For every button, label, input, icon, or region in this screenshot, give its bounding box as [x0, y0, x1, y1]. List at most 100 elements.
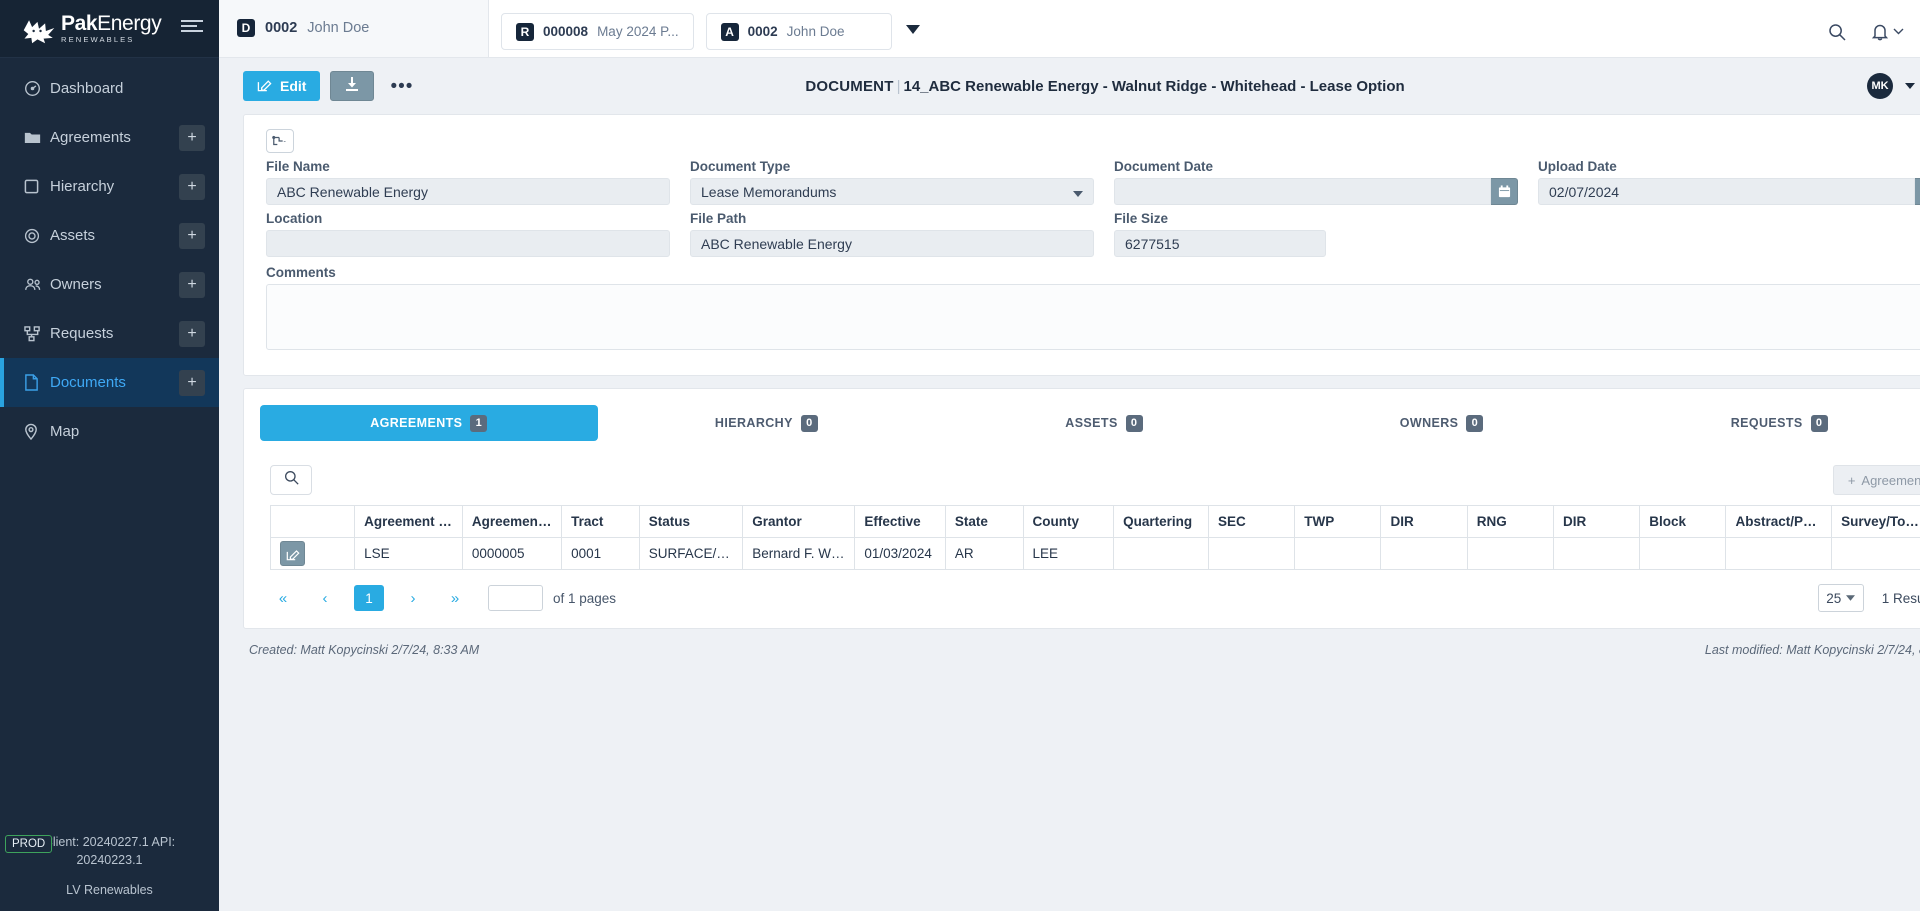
chevron-down-icon[interactable]: [905, 21, 920, 39]
more-actions-button[interactable]: •••: [390, 77, 413, 96]
column-header-select[interactable]: [269, 505, 356, 538]
gauge-icon: [24, 80, 50, 97]
goto-page-input[interactable]: [488, 585, 543, 611]
tab-requests[interactable]: REQUESTS 0: [1610, 405, 1920, 441]
sidebar-item-map[interactable]: Map: [0, 407, 219, 456]
edit-button[interactable]: Edit: [243, 71, 321, 101]
field-label: Document Date: [1114, 159, 1214, 174]
document-date-calendar-icon[interactable]: [1491, 178, 1518, 205]
field-spacer: [1538, 211, 1920, 263]
field-file-size: File Size: [1114, 211, 1518, 257]
sidebar-item-label: Assets: [50, 227, 96, 244]
tab-name: John Doe: [786, 24, 845, 39]
brand-header: PakEnergy RENEWABLES: [0, 0, 219, 58]
column-header-agreement-number[interactable]: Agreement #: [461, 505, 563, 538]
download-icon: [344, 76, 360, 97]
add-agreement-grid-button[interactable]: + Agreement: [1832, 465, 1920, 495]
column-header-tract[interactable]: Tract: [561, 505, 640, 538]
bell-icon[interactable]: [1872, 23, 1904, 41]
document-type-select[interactable]: Lease Memorandums: [690, 178, 1094, 205]
upload-date-input[interactable]: [1538, 178, 1915, 205]
user-menu-chevron-icon[interactable]: [1905, 83, 1915, 89]
column-header-state[interactable]: State: [944, 505, 1024, 538]
agreements-grid-wrapper: Agreement Cl... Agreement # Tract Status…: [244, 505, 1920, 570]
grid-search-button[interactable]: [270, 465, 312, 495]
add-agreement-button[interactable]: +: [179, 124, 205, 151]
column-header-dir-1[interactable]: DIR: [1380, 505, 1468, 538]
field-label: File Size: [1114, 211, 1169, 226]
results-count: 1 Results: [1881, 590, 1920, 606]
location-input[interactable]: [266, 230, 670, 257]
last-modified-text: Last modified: Matt Kopycinski 2/7/24, 8…: [1704, 643, 1920, 657]
download-button[interactable]: [330, 71, 375, 101]
column-header-dir-2[interactable]: DIR: [1552, 505, 1641, 538]
column-header-survey-township[interactable]: Survey/Town...: [1831, 505, 1920, 538]
cell-survey-township: [1831, 537, 1920, 570]
add-hierarchy-button[interactable]: +: [179, 173, 205, 200]
sidebar-item-assets[interactable]: Assets +: [0, 211, 219, 260]
column-header-block[interactable]: Block: [1639, 505, 1727, 538]
field-file-name: File Name: [266, 159, 670, 205]
avatar[interactable]: MK: [1867, 73, 1893, 99]
file-path-input[interactable]: [690, 230, 1094, 257]
brand-subtitle: RENEWABLES: [61, 35, 135, 45]
tab-owners[interactable]: OWNERS 0: [1273, 405, 1611, 441]
column-header-grantor[interactable]: Grantor: [742, 505, 856, 538]
tab-assets[interactable]: ASSETS 0: [935, 405, 1273, 441]
sidebar-item-label: Hierarchy: [50, 178, 115, 195]
tab-hierarchy[interactable]: HIERARCHY 0: [598, 405, 936, 441]
tab-id: 000008: [543, 24, 589, 39]
file-size-input[interactable]: [1114, 230, 1326, 257]
menu-toggle-icon[interactable]: [181, 19, 203, 38]
people-icon: [24, 277, 50, 292]
upload-date-calendar-icon[interactable]: [1915, 178, 1920, 205]
prev-page-button[interactable]: ‹: [312, 585, 338, 611]
column-header-county[interactable]: County: [1022, 505, 1115, 538]
page-number-1[interactable]: 1: [354, 585, 384, 611]
related-tabs: AGREEMENTS 1 HIERARCHY 0 ASSETS 0 OWNERS…: [244, 389, 1920, 453]
sidebar-item-owners[interactable]: Owners +: [0, 260, 219, 309]
sidebar-item-dashboard[interactable]: Dashboard: [0, 64, 219, 113]
add-request-button[interactable]: +: [179, 320, 205, 347]
column-header-status[interactable]: Status: [638, 505, 744, 538]
document-date-input[interactable]: [1114, 178, 1491, 205]
sidebar-item-label: Dashboard: [50, 80, 124, 97]
page-size-select[interactable]: 25: [1817, 584, 1864, 612]
comments-textarea[interactable]: [266, 284, 1920, 350]
sitemap-icon: [24, 325, 50, 342]
open-tab-request[interactable]: R 000008 May 2024 P...: [501, 13, 694, 50]
open-tab-agreement[interactable]: A 0002 John Doe: [705, 13, 892, 50]
sidebar-item-label: Documents: [50, 374, 126, 391]
add-document-button[interactable]: +: [179, 369, 205, 396]
sidebar-item-hierarchy[interactable]: Hierarchy +: [0, 162, 219, 211]
tab-name: John Doe: [307, 20, 370, 36]
column-header-quartering[interactable]: Quartering: [1113, 505, 1209, 538]
tab-type-badge-a: A: [720, 22, 739, 41]
tab-count: 0: [1466, 414, 1484, 432]
first-page-button[interactable]: «: [270, 585, 296, 611]
edit-row-icon[interactable]: [280, 541, 305, 566]
next-page-button[interactable]: ›: [400, 585, 426, 611]
column-header-effective[interactable]: Effective: [854, 505, 946, 538]
filter-tree-icon[interactable]: -: [266, 129, 294, 153]
file-name-input[interactable]: [266, 178, 670, 205]
add-asset-button[interactable]: +: [179, 222, 205, 249]
last-page-button[interactable]: »: [442, 585, 468, 611]
tab-agreements[interactable]: AGREEMENTS 1: [260, 405, 598, 441]
open-tab-document[interactable]: D 0002 John Doe: [219, 0, 489, 57]
sidebar-item-documents[interactable]: Documents +: [0, 358, 219, 407]
document-form-panel: - File Name Document Type Lease Memorand…: [243, 114, 1920, 376]
table-row[interactable]: LSE 0000005 0001 SURFACE/EAS... Bernard …: [269, 537, 1920, 570]
column-header-sec[interactable]: SEC: [1207, 505, 1296, 538]
sidebar-item-requests[interactable]: Requests +: [0, 309, 219, 358]
column-header-agreement-class[interactable]: Agreement Cl...: [354, 505, 463, 538]
add-owner-button[interactable]: +: [179, 271, 205, 298]
column-header-abstract-parcel[interactable]: Abstract/Parc...: [1725, 505, 1833, 538]
search-icon[interactable]: [1828, 23, 1846, 41]
tab-type-badge-r: R: [516, 22, 534, 41]
sidebar-item-agreements[interactable]: Agreements +: [0, 113, 219, 162]
app-logo[interactable]: PakEnergy RENEWABLES: [22, 13, 162, 45]
column-header-rng[interactable]: RNG: [1466, 505, 1554, 538]
top-right-icons: [1828, 22, 1920, 57]
column-header-twp[interactable]: TWP: [1294, 505, 1382, 538]
